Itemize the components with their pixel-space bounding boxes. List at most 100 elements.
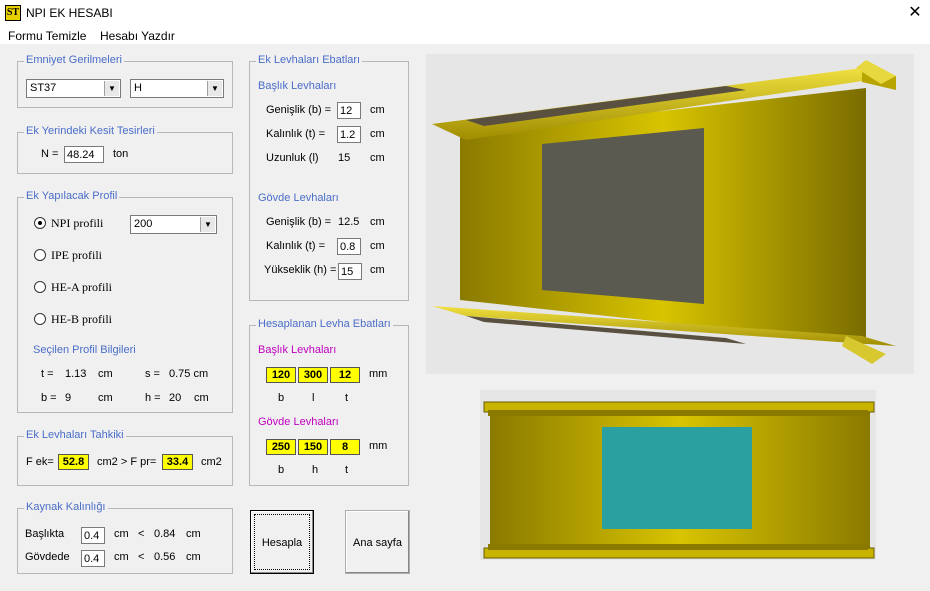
genislik-label: Genişlik (b) =: [266, 104, 332, 116]
radio-ipe[interactable]: [34, 249, 46, 261]
n-label: N =: [41, 148, 59, 160]
baslik-weld-max-unit: cm: [186, 528, 201, 540]
kaynak-group: Kaynak Kalınlığı Başlıkta 0.4 cm < 0.84 …: [17, 501, 233, 574]
beam-side-drawing: [483, 401, 875, 559]
g-kalinlik-input[interactable]: 0.8: [337, 238, 361, 255]
tahkik-unit: cm2: [201, 456, 222, 468]
result-baslik-label-l: l: [312, 392, 315, 404]
radio-heb[interactable]: [34, 313, 46, 325]
baslik-weld-input[interactable]: 0.4: [81, 527, 105, 544]
profil-info-title: Seçilen Profil Bilgileri: [33, 344, 136, 356]
menu-print[interactable]: Hesabı Yazdır: [100, 29, 175, 43]
tahkik-mid-text: cm2 > F pr=: [97, 456, 157, 468]
radio-hea[interactable]: [34, 281, 46, 293]
ana-sayfa-label: Ana sayfa: [353, 537, 402, 549]
h-unit: cm: [194, 392, 209, 404]
menu-clear-form[interactable]: Formu Temizle: [8, 29, 86, 43]
govde-weld-lt: <: [138, 551, 145, 563]
t-value: 1.13: [65, 368, 87, 380]
result-govde-label-b: b: [278, 464, 285, 476]
s-value: 0.75 cm: [169, 368, 209, 380]
genislik-input[interactable]: 12: [337, 102, 361, 119]
ebat-group: Ek Levhaları Ebatları Başlık Levhaları G…: [249, 54, 409, 301]
emniyet-title: Emniyet Gerilmeleri: [24, 54, 124, 66]
yukseklik-unit: cm: [370, 264, 385, 276]
ana-sayfa-button[interactable]: Ana sayfa: [345, 510, 410, 574]
kalinlik-input[interactable]: 1.2: [337, 126, 361, 143]
profil-group: Ek Yapılacak Profil NPI profili 200 ▼ IP…: [17, 190, 233, 413]
kalinlik-unit: cm: [370, 128, 385, 140]
load-value: H: [134, 82, 142, 94]
g-genislik-unit: cm: [370, 216, 385, 228]
yukseklik-input[interactable]: 15: [338, 263, 362, 280]
chevron-down-icon[interactable]: ▼: [200, 217, 215, 232]
hea-label[interactable]: HE-A profili: [51, 280, 112, 295]
app-icon: ST: [5, 5, 21, 21]
result-govde-label-h: h: [312, 464, 319, 476]
yukseklik-label: Yükseklik (h) =: [264, 264, 337, 276]
n-input[interactable]: 48.24: [64, 146, 104, 163]
tahkik-title: Ek Levhaları Tahkiki: [24, 429, 126, 441]
b-label: b =: [41, 392, 57, 404]
chevron-down-icon[interactable]: ▼: [104, 81, 119, 96]
baslik-weld-unit: cm: [114, 528, 129, 540]
tahkik-group: Ek Levhaları Tahkiki F ek= 52.8 cm2 > F …: [17, 429, 233, 486]
emniyet-group: Emniyet Gerilmeleri ST37 ▼ H ▼: [17, 54, 233, 108]
baslik-weld-label: Başlıkta: [25, 528, 65, 540]
npi-label[interactable]: NPI profili: [51, 216, 103, 231]
profile-size-select[interactable]: 200 ▼: [130, 215, 217, 234]
govde-weld-max: 0.56: [154, 551, 176, 563]
side-web-plate: [602, 427, 752, 529]
beam-side-image: [480, 390, 876, 560]
fek-label: F ek=: [26, 456, 54, 468]
title-bar: ST NPI EK HESABI ✕: [0, 0, 930, 26]
fek-value: 52.8: [58, 454, 89, 470]
kesit-title: Ek Yerindeki Kesit Tesirleri: [24, 125, 157, 137]
hesapla-button[interactable]: Hesapla: [250, 510, 314, 574]
result-govde-h: 150: [298, 439, 328, 455]
profile-size-value: 200: [134, 218, 153, 230]
uzunluk-value: 15: [338, 152, 351, 164]
govde-weld-unit: cm: [114, 551, 129, 563]
heb-label[interactable]: HE-B profili: [51, 312, 112, 327]
radio-npi[interactable]: [34, 217, 46, 229]
result-baslik-t: 12: [330, 367, 360, 383]
kaynak-title: Kaynak Kalınlığı: [24, 501, 108, 513]
steel-select[interactable]: ST37 ▼: [26, 79, 121, 98]
steel-value: ST37: [30, 82, 57, 94]
result-govde-label-t: t: [345, 464, 349, 476]
side-flange-plate-top: [488, 410, 868, 416]
baslik-weld-max: 0.84: [154, 528, 176, 540]
fpr-value: 33.4: [162, 454, 193, 470]
n-unit: ton: [113, 148, 129, 160]
window-title: NPI EK HESABI: [26, 6, 113, 20]
chevron-down-icon[interactable]: ▼: [207, 81, 222, 96]
baslik-weld-lt: <: [138, 528, 145, 540]
hesaplanan-group: Hesaplanan Levha Ebatları Başlık Levhala…: [249, 318, 409, 486]
g-genislik-label: Genişlik (b) =: [266, 216, 332, 228]
ebat-govde-title: Gövde Levhaları: [258, 192, 339, 204]
menu-bar: Formu Temizle Hesabı Yazdır: [0, 26, 930, 44]
load-select[interactable]: H ▼: [130, 79, 224, 98]
b-value: 9: [65, 392, 72, 404]
web-plate: [542, 128, 704, 304]
t-label: t =: [41, 368, 54, 380]
hesaplanan-govde-title: Gövde Levhaları: [258, 416, 339, 428]
beam-3d-drawing: [432, 60, 896, 364]
g-kalinlik-label: Kalınlık (t) =: [266, 240, 325, 252]
beam-3d-image: [426, 54, 914, 374]
result-govde-t: 8: [330, 439, 360, 455]
g-genislik-value: 12.5: [338, 216, 360, 228]
result-govde-unit: mm: [369, 440, 388, 452]
result-baslik-unit: mm: [369, 368, 388, 380]
h-value: 20: [169, 392, 182, 404]
govde-weld-input[interactable]: 0.4: [81, 550, 105, 567]
result-baslik-b: 120: [266, 367, 296, 383]
govde-weld-label: Gövdede: [25, 551, 70, 563]
h-label: h =: [145, 392, 161, 404]
govde-weld-max-unit: cm: [186, 551, 201, 563]
ipe-label[interactable]: IPE profili: [51, 248, 102, 263]
close-button[interactable]: ✕: [900, 0, 930, 26]
result-baslik-label-t: t: [345, 392, 349, 404]
hesaplanan-baslik-title: Başlık Levhaları: [258, 344, 337, 356]
